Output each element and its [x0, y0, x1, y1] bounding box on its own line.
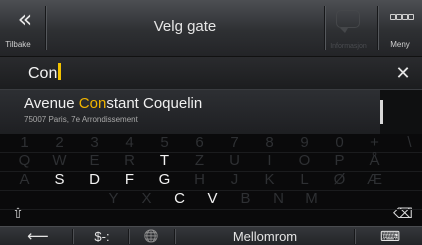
key-0[interactable]: 0	[322, 134, 357, 152]
key-\[interactable]: \	[392, 134, 422, 152]
clear-icon[interactable]: ✕	[392, 62, 414, 84]
key-b[interactable]: B	[229, 190, 262, 208]
keyboard-icon[interactable]: ⌨	[372, 227, 408, 245]
divider	[0, 209, 422, 210]
key-2[interactable]: 2	[42, 134, 77, 152]
scrollbar[interactable]	[380, 100, 383, 124]
key-q[interactable]: Q	[7, 152, 42, 170]
key-x[interactable]: X	[130, 190, 163, 208]
key-y[interactable]: Y	[97, 190, 130, 208]
shift-icon[interactable]: ⇧	[0, 204, 36, 222]
key-o[interactable]: O	[287, 152, 322, 170]
key-z[interactable]: Z	[182, 152, 217, 170]
key-3[interactable]: 3	[77, 134, 112, 152]
separator	[174, 229, 175, 244]
info-label: Informasjon	[330, 43, 367, 50]
key-i[interactable]: I	[252, 152, 287, 170]
double-chevron-left-icon: «	[17, 5, 33, 33]
key-d[interactable]: D	[77, 171, 112, 189]
back-button[interactable]: « Tilbake	[0, 0, 45, 56]
key-c[interactable]: C	[163, 190, 196, 208]
separator	[45, 6, 46, 50]
symbols-key[interactable]: $-:	[84, 227, 120, 245]
key-æ[interactable]: Æ	[357, 171, 392, 189]
speech-bubble-icon	[336, 10, 360, 33]
key-7[interactable]: 7	[217, 134, 252, 152]
result-title: Avenue Constant Coquelin	[24, 95, 202, 112]
back-arrow-icon[interactable]: ⟵	[20, 227, 56, 245]
separator	[128, 229, 129, 244]
key-l[interactable]: L	[287, 171, 322, 189]
key-t[interactable]: T	[147, 152, 182, 170]
info-button[interactable]: Informasjon	[325, 0, 375, 56]
backspace-icon[interactable]: ⌫	[388, 204, 418, 222]
separator	[72, 229, 73, 244]
key-a[interactable]: A	[7, 171, 42, 189]
result-subtitle: 75007 Paris, 7e Arrondissement	[24, 115, 138, 124]
key-m[interactable]: M	[295, 190, 328, 208]
list-item[interactable]: Avenue Constant Coquelin 75007 Paris, 7e…	[0, 90, 380, 134]
key-u[interactable]: U	[217, 152, 252, 170]
key-8[interactable]: 8	[252, 134, 287, 152]
text-caret	[58, 63, 62, 80]
key-5[interactable]: 5	[147, 134, 182, 152]
key-j[interactable]: J	[217, 171, 252, 189]
key-ø[interactable]: Ø	[322, 171, 357, 189]
search-input[interactable]: Con	[28, 63, 62, 83]
key-n[interactable]: N	[262, 190, 295, 208]
key-+[interactable]: +	[357, 134, 392, 152]
key-k[interactable]: K	[252, 171, 287, 189]
result-title-text: Avenue	[24, 95, 79, 112]
key-h[interactable]: H	[182, 171, 217, 189]
key-p[interactable]: P	[322, 152, 357, 170]
key-9[interactable]: 9	[287, 134, 322, 152]
results-list: Avenue Constant Coquelin 75007 Paris, 7e…	[0, 90, 422, 134]
back-label: Tilbake	[5, 40, 31, 49]
separator	[354, 229, 355, 244]
search-input-value: Con	[28, 65, 58, 82]
screen: « Tilbake Velg gate Informasjon Meny Con…	[0, 0, 422, 245]
key-å[interactable]: Å	[357, 152, 392, 170]
result-title-text: stant Coquelin	[106, 95, 203, 112]
key-4[interactable]: 4	[112, 134, 147, 152]
key-s[interactable]: S	[42, 171, 77, 189]
globe-icon[interactable]: 🌐	[136, 227, 166, 245]
menu-button[interactable]: Meny	[378, 0, 422, 56]
space-key[interactable]: Mellomrom	[180, 227, 350, 245]
key-f[interactable]: F	[112, 171, 147, 189]
result-title-match: Con	[78, 95, 107, 112]
key-g[interactable]: G	[147, 171, 182, 189]
menu-label: Meny	[390, 40, 410, 49]
keyboard-bottom-bar: ⟵ $-: 🌐 Mellomrom ⌨	[0, 226, 422, 245]
page-title: Velg gate	[153, 18, 217, 35]
top-bar: « Tilbake Velg gate Informasjon Meny	[0, 0, 422, 57]
key-v[interactable]: V	[196, 190, 229, 208]
key-w[interactable]: W	[42, 152, 77, 170]
key-e[interactable]: E	[77, 152, 112, 170]
key-r[interactable]: R	[112, 152, 147, 170]
key-1[interactable]: 1	[7, 134, 42, 152]
grid-menu-icon	[390, 14, 414, 23]
key-6[interactable]: 6	[182, 134, 217, 152]
search-row: Con ✕	[0, 57, 422, 90]
